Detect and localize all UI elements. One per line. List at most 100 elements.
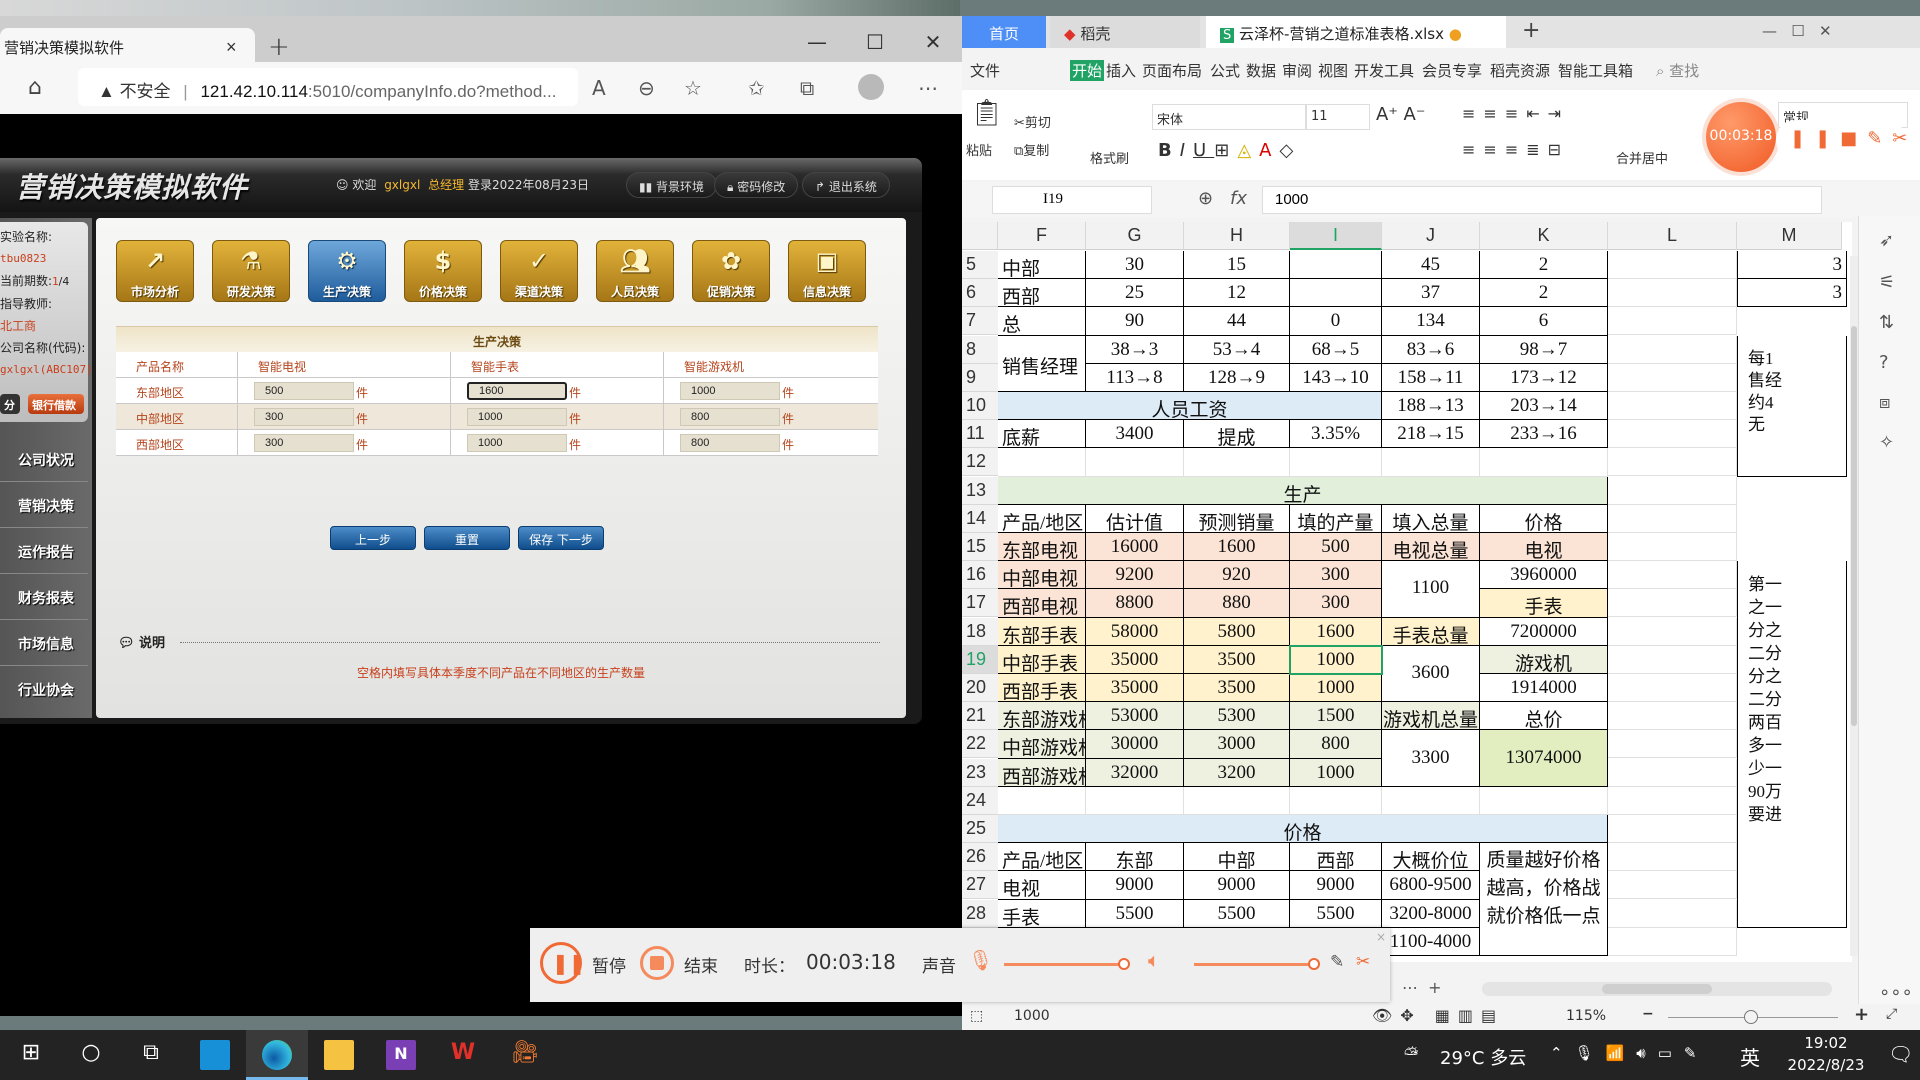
grid-cell[interactable]: 90 xyxy=(1086,307,1184,336)
tab-production-decision[interactable]: ⚙ 生产决策 xyxy=(308,240,386,302)
row-header[interactable]: 18 xyxy=(962,617,998,646)
scissors-icon[interactable]: ✂ xyxy=(1892,128,1917,149)
grid-cell[interactable]: 西部电视 xyxy=(998,589,1086,618)
search-icon[interactable]: ○ xyxy=(76,1040,106,1070)
scroll-thumb[interactable] xyxy=(1851,326,1857,726)
sheet-more-add[interactable]: ⋯ + xyxy=(1402,978,1442,997)
row-header[interactable]: 13 xyxy=(962,476,998,505)
grid-cell[interactable]: 东部手表 xyxy=(998,617,1086,646)
column-header[interactable]: H xyxy=(1184,222,1290,250)
grid-cell[interactable]: 手表 xyxy=(1480,589,1608,618)
grid-cell[interactable]: 6800-9500 xyxy=(1382,871,1480,900)
grid-cell[interactable]: 38→3 xyxy=(1086,335,1184,364)
fx-icon[interactable]: fx xyxy=(1230,188,1247,209)
grid-cell[interactable]: 1914000 xyxy=(1480,674,1608,703)
grid-cell[interactable]: 25 xyxy=(1086,279,1184,308)
view-mode-buttons[interactable]: 👁︎✥ ▦▥▤ xyxy=(1372,1006,1504,1025)
pause-button[interactable]: ❚❚ xyxy=(540,942,586,984)
grid-cell[interactable]: 1000 xyxy=(1290,758,1382,787)
grid-cell[interactable]: 总价 xyxy=(1480,702,1608,731)
more-icon[interactable]: ∘∘∘ xyxy=(1879,982,1913,1003)
nav-company-status[interactable]: 公司状况 xyxy=(0,436,88,482)
collections-icon[interactable]: ⧉ xyxy=(800,76,814,100)
grid-cell[interactable]: 填入总量 xyxy=(1382,504,1480,533)
grid-cell[interactable] xyxy=(1608,927,1737,956)
grid-cell[interactable]: 电视 xyxy=(998,871,1086,900)
grid-cell[interactable]: 920 xyxy=(1184,561,1290,590)
grid-cell[interactable]: 游戏机 xyxy=(1480,645,1608,674)
grid-cell[interactable]: 中部手表 xyxy=(998,645,1086,674)
row-header[interactable]: 19 xyxy=(962,645,998,674)
font-size-select[interactable]: 11 xyxy=(1306,104,1370,130)
grid-cell[interactable]: 203→14 xyxy=(1480,392,1608,421)
grid-cell[interactable]: 6 xyxy=(1480,307,1608,336)
grid-cell[interactable] xyxy=(1608,786,1737,815)
grid-cell[interactable]: 西部游戏机 xyxy=(998,758,1086,787)
menu-0[interactable]: 文件 xyxy=(970,60,1000,81)
grid-cell[interactable]: 37 xyxy=(1382,279,1480,308)
pen-icon[interactable]: ✎ xyxy=(1867,128,1892,149)
templates-icon[interactable]: ⧈ xyxy=(1879,392,1890,413)
window-controls[interactable]: — ☐ ✕ xyxy=(1762,22,1832,40)
menu-10[interactable]: 稻壳资源 xyxy=(1490,60,1550,81)
task-view-icon[interactable]: ⧉ xyxy=(136,1040,166,1070)
grid-cell[interactable] xyxy=(1382,448,1480,477)
merged-cell[interactable]: 1100 xyxy=(1382,561,1480,618)
grid-cell[interactable]: 218→15 xyxy=(1382,420,1480,449)
tab-channel-decision[interactable]: ✓ 渠道决策 xyxy=(500,240,578,302)
grid-cell[interactable] xyxy=(1608,420,1737,449)
mic-volume-slider[interactable] xyxy=(1004,963,1124,966)
menu-1[interactable]: 开始 xyxy=(1070,60,1105,81)
grid-cell[interactable]: 9000 xyxy=(1086,871,1184,900)
grid-cell[interactable]: 预测销量 xyxy=(1184,504,1290,533)
grid-cell[interactable]: 9000 xyxy=(1184,871,1290,900)
grid-cell[interactable]: 300 xyxy=(1290,561,1382,590)
grid-cell[interactable] xyxy=(1608,251,1737,279)
bank-loan-button[interactable]: 银行借款 xyxy=(28,394,84,414)
zoom-out-icon[interactable]: ⊖ xyxy=(638,76,655,100)
pause-icon[interactable]: ❚❚ xyxy=(1790,128,1840,149)
grid-cell[interactable]: 35000 xyxy=(1086,674,1184,703)
quantity-input[interactable]: 500 xyxy=(254,382,354,400)
grid-cell[interactable] xyxy=(1608,307,1737,336)
grid-cell[interactable] xyxy=(1608,392,1737,420)
row-header[interactable]: 8 xyxy=(962,335,998,364)
grid-cell[interactable]: 1500 xyxy=(1290,702,1382,731)
grid-cell[interactable]: 173→12 xyxy=(1480,363,1608,392)
stop-button[interactable] xyxy=(640,946,674,980)
grid-cell[interactable] xyxy=(1608,899,1737,928)
logout-button[interactable]: ↱ 退出系统 xyxy=(802,172,890,198)
grid-cell[interactable]: 5500 xyxy=(1290,899,1382,928)
fullscreen-icon[interactable]: ⤢ xyxy=(1886,1006,1897,1022)
onenote-icon[interactable]: N xyxy=(386,1040,416,1070)
grid-cell[interactable]: 东部电视 xyxy=(998,533,1086,562)
home-icon[interactable]: ⌂ xyxy=(28,75,42,100)
grid-cell[interactable]: 产品/地区 xyxy=(998,504,1086,533)
grid-cell[interactable] xyxy=(1608,815,1737,843)
prev-step-button[interactable]: 上一步 xyxy=(330,526,416,550)
background-env-button[interactable]: ▮▮ 背景环境 xyxy=(626,172,718,198)
slider-settings-icon[interactable]: ⚟ xyxy=(1879,272,1895,293)
select-all-corner[interactable] xyxy=(962,222,998,250)
name-box[interactable]: I19 xyxy=(992,186,1152,214)
grid-cell[interactable]: 30 xyxy=(1086,251,1184,280)
quantity-input[interactable]: 1600 xyxy=(467,382,567,400)
grid-cell[interactable]: 143→10 xyxy=(1290,363,1382,392)
grid-cell[interactable] xyxy=(1184,448,1290,477)
quantity-input[interactable]: 1000 xyxy=(467,434,567,452)
nav-market-info[interactable]: 市场信息 xyxy=(0,620,88,666)
grid-cell[interactable]: 手表总量 xyxy=(1382,617,1480,646)
quantity-input[interactable]: 300 xyxy=(254,408,354,426)
grid-cell[interactable]: 3960000 xyxy=(1480,561,1608,590)
merged-cell[interactable]: 3600 xyxy=(1382,645,1480,703)
microphone-icon[interactable]: 🎙︎ xyxy=(968,948,993,972)
merged-cell[interactable]: 3300 xyxy=(1382,730,1480,787)
maximize-button[interactable]: ☐ xyxy=(852,30,898,54)
grid-cell[interactable] xyxy=(1608,674,1737,702)
merge-center-button[interactable]: 合并居中 xyxy=(1616,148,1668,167)
recorder-close-icon[interactable]: × xyxy=(1376,930,1386,944)
grid-cell[interactable] xyxy=(1608,448,1737,477)
clock-time[interactable]: 19:02 xyxy=(1784,1034,1868,1052)
grid-cell[interactable]: 83→6 xyxy=(1382,335,1480,364)
column-header[interactable]: M xyxy=(1737,222,1842,250)
